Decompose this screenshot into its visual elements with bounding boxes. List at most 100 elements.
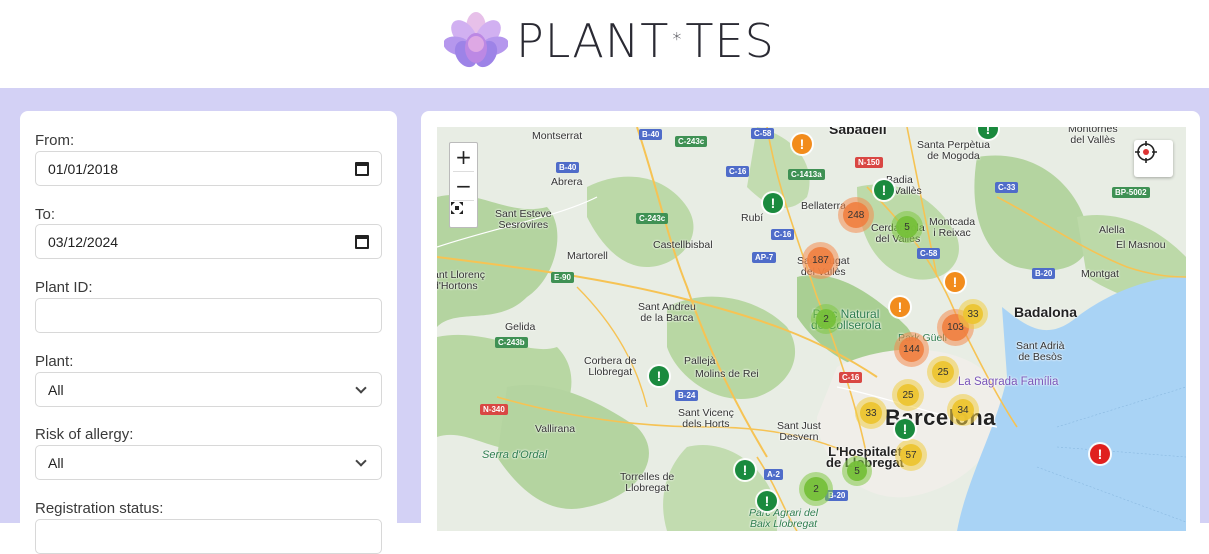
from-date-value: 01/01/2018 — [48, 160, 119, 177]
from-label: From: — [35, 132, 75, 149]
road-shield: C-243c — [636, 213, 669, 224]
place-label: Montserrat — [532, 130, 583, 142]
road-shield: C-1413a — [788, 169, 825, 180]
road-shield: E-90 — [551, 272, 574, 283]
cluster-count: 248 — [847, 209, 865, 221]
crosshair-icon — [1135, 141, 1157, 163]
cluster-marker[interactable]: 33 — [855, 397, 887, 429]
to-date-input[interactable]: 03/12/2024 — [35, 224, 382, 259]
road-shield: BP-5002 — [1112, 187, 1150, 198]
alert-pin-icon[interactable]: ! — [890, 297, 910, 317]
zoom-out-button[interactable]: − — [450, 172, 477, 200]
road-shield: C-243b — [495, 337, 528, 348]
risk-label: Risk of allergy: — [35, 426, 134, 443]
road-shield: B-40 — [556, 162, 580, 173]
filter-panel: From: 01/01/2018 To: 03/12/2024 Plant ID… — [20, 111, 397, 554]
brand-logo[interactable]: PLANT * TES — [444, 10, 775, 72]
alert-pin-icon[interactable]: ! — [945, 272, 965, 292]
place-label: La Sagrada Família — [958, 376, 1059, 388]
calendar-icon[interactable] — [355, 162, 369, 176]
to-date-value: 03/12/2024 — [48, 233, 119, 250]
cluster-marker[interactable]: 248 — [838, 197, 874, 233]
place-label: Pallejà — [684, 355, 716, 367]
place-label: ant Llorenç d'Hortons — [437, 269, 485, 292]
road-shield: N-340 — [480, 404, 508, 415]
cluster-marker[interactable]: 187 — [802, 242, 839, 279]
cluster-marker[interactable]: 144 — [894, 332, 929, 367]
place-label: Serra d'Ordal — [482, 449, 548, 461]
road-shield: AP-7 — [752, 252, 777, 263]
map-view[interactable]: + − Montserrat Sabadell Santa Perpètua d… — [437, 127, 1186, 531]
cluster-marker[interactable]: 25 — [927, 356, 959, 388]
place-label: Gelida — [505, 321, 536, 333]
place-label: Molins de Rei — [695, 368, 759, 380]
cluster-count: 2 — [813, 483, 819, 495]
cluster-marker[interactable]: 57 — [895, 439, 927, 471]
cluster-count: 25 — [902, 389, 914, 401]
place-label: Montcada i Reixac — [929, 216, 976, 239]
cluster-count: 33 — [865, 407, 877, 419]
lotus-logo-icon — [444, 12, 508, 68]
plant-label: Plant: — [35, 353, 74, 370]
risk-select[interactable]: All — [35, 445, 382, 480]
road-shield: B-20 — [1032, 268, 1056, 279]
place-label: Sant Vicenç dels Horts — [678, 407, 734, 430]
place-label: El Masnou — [1116, 239, 1166, 251]
alert-pin-icon[interactable]: ! — [895, 419, 915, 439]
calendar-icon[interactable] — [355, 235, 369, 249]
from-date-input[interactable]: 01/01/2018 — [35, 151, 382, 186]
place-label: Sant Adrià de Besòs — [1016, 340, 1065, 363]
cluster-marker[interactable]: 33 — [958, 299, 988, 329]
road-shield: C-16 — [726, 166, 750, 177]
road-shield: C-16 — [839, 372, 863, 383]
place-label: Corbera de Llobregat — [584, 355, 637, 378]
alert-pin-icon[interactable]: ! — [1090, 444, 1110, 464]
cluster-marker[interactable]: 5 — [842, 456, 872, 486]
place-label: Santa Perpètua de Mogoda — [917, 139, 990, 162]
cluster-count: 33 — [967, 308, 979, 320]
cluster-marker[interactable]: 5 — [891, 211, 923, 243]
road-shield: A-2 — [764, 469, 783, 480]
alert-pin-icon[interactable]: ! — [763, 193, 783, 213]
road-shield: B-24 — [675, 390, 699, 401]
plant-id-input[interactable] — [35, 298, 382, 333]
zoom-control: + − — [449, 142, 478, 228]
fullscreen-button[interactable] — [450, 201, 477, 229]
fullscreen-icon — [451, 202, 463, 214]
place-label: Montornès del Vallès — [1068, 127, 1118, 146]
place-label: Torrelles de Llobregat — [620, 471, 675, 494]
plant-select-value: All — [48, 381, 64, 398]
alert-pin-icon[interactable]: ! — [649, 366, 669, 386]
alert-pin-icon[interactable]: ! — [792, 134, 812, 154]
place-label: Sant Esteve Sesrovires — [495, 208, 552, 231]
cluster-marker[interactable]: 2 — [811, 304, 841, 334]
alert-pin-icon[interactable]: ! — [757, 491, 777, 511]
chevron-down-icon — [355, 455, 367, 467]
road-shield: B-40 — [639, 129, 663, 140]
alert-pin-icon[interactable]: ! — [735, 460, 755, 480]
cluster-marker[interactable]: 2 — [799, 472, 833, 506]
cluster-count: 5 — [904, 221, 910, 233]
place-label: Sant Andreu de la Barca — [638, 301, 696, 324]
road-shield: C-58 — [917, 248, 941, 259]
to-label: To: — [35, 206, 56, 223]
place-label: Parc Agrari del Baix Llobregat — [749, 507, 819, 530]
road-shield: C-58 — [751, 128, 775, 139]
alert-pin-icon[interactable]: ! — [874, 180, 894, 200]
place-label: Badalona — [1014, 304, 1078, 320]
place-label: Martorell — [567, 250, 608, 262]
place-label: Rubí — [741, 212, 764, 224]
map-panel: + − Montserrat Sabadell Santa Perpètua d… — [421, 111, 1200, 531]
place-label: Abrera — [551, 176, 583, 188]
plant-select[interactable]: All — [35, 372, 382, 407]
status-select[interactable] — [35, 519, 382, 554]
cluster-marker[interactable]: 25 — [892, 379, 924, 411]
zoom-in-button[interactable]: + — [450, 143, 477, 171]
place-label: Sabadell — [829, 127, 887, 137]
cluster-count: 25 — [937, 366, 949, 378]
cluster-count: 187 — [812, 255, 829, 266]
risk-select-value: All — [48, 454, 64, 471]
locate-button[interactable] — [1134, 140, 1173, 177]
cluster-marker[interactable]: 34 — [947, 394, 979, 426]
cluster-count: 34 — [957, 404, 969, 416]
